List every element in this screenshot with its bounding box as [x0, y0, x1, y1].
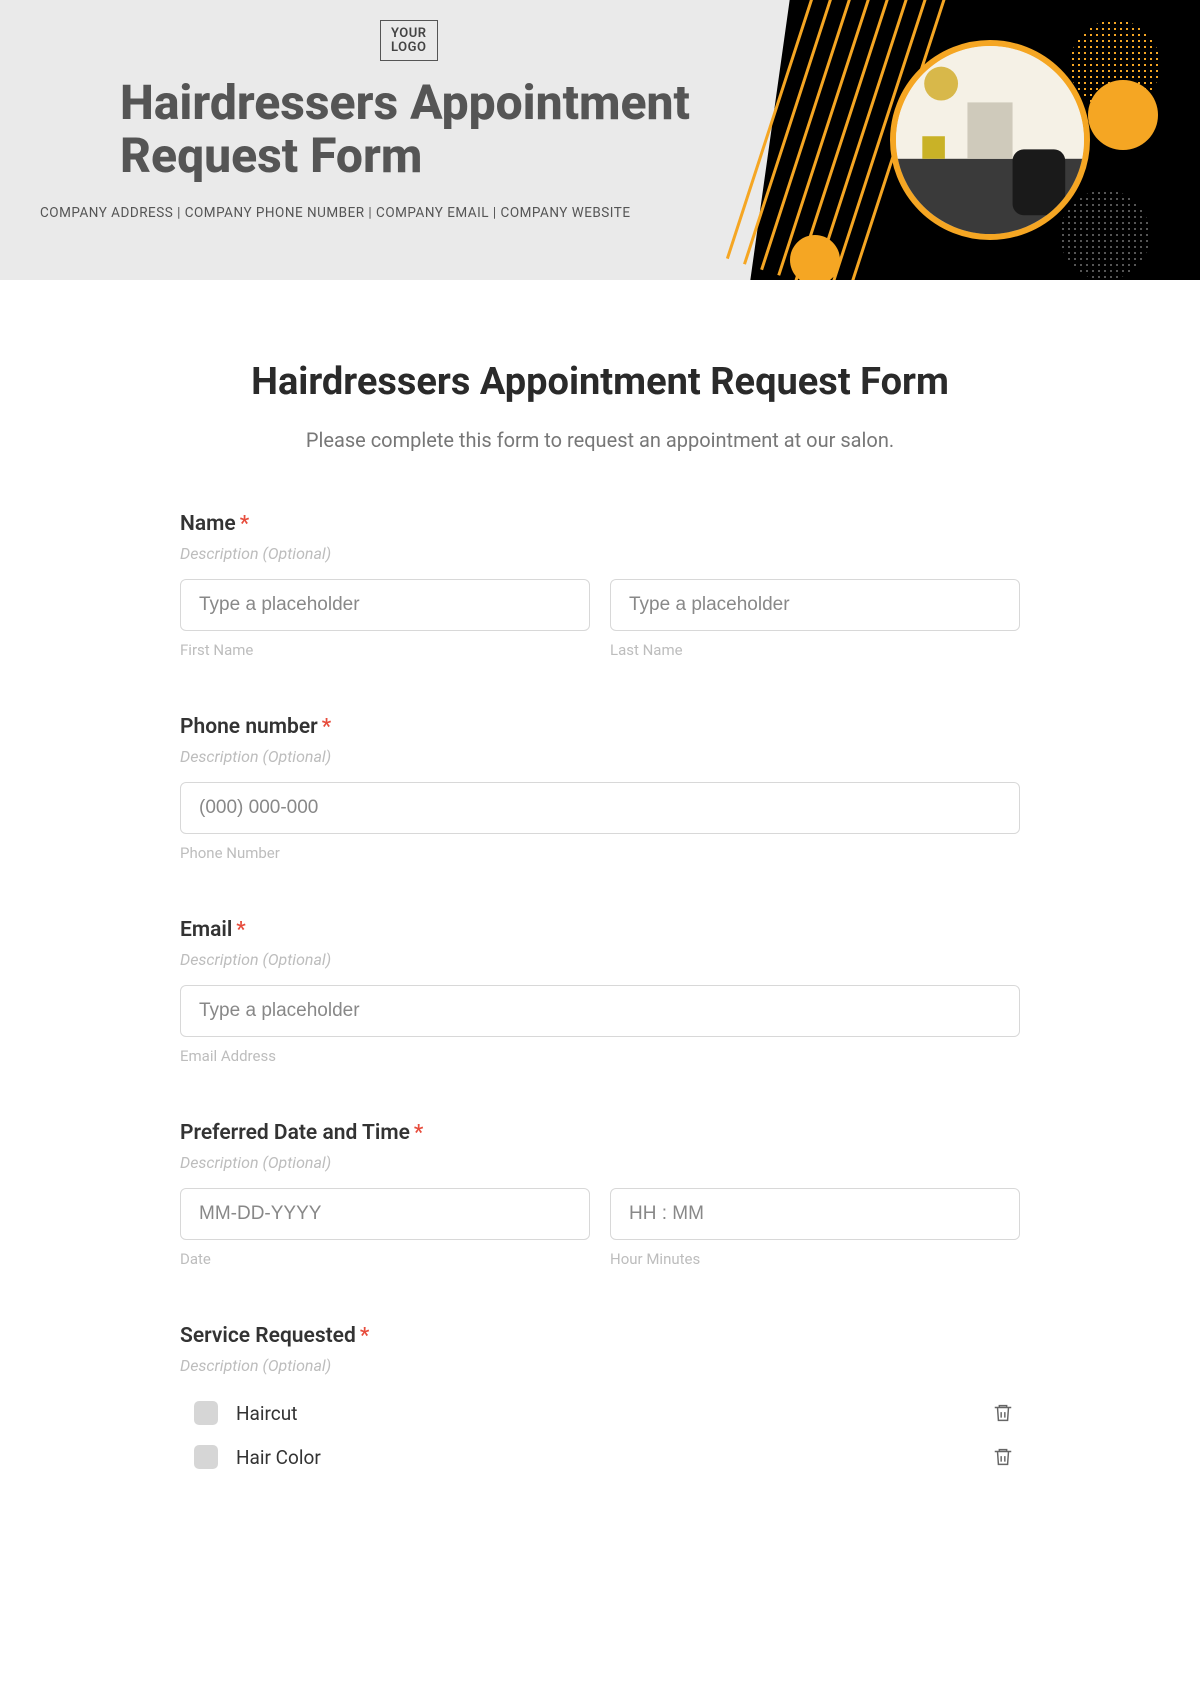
email-sublabel: Email Address: [180, 1047, 1020, 1065]
header-title: Hairdressers Appointment Request Form: [120, 77, 800, 183]
label-text: Preferred Date and Time: [180, 1121, 410, 1145]
field-email: Email* Description (Optional) Email Addr…: [180, 918, 1020, 1065]
name-label: Name*: [180, 512, 1020, 536]
field-service: Service Requested* Description (Optional…: [180, 1324, 1020, 1479]
label-text: Email: [180, 918, 232, 942]
option-label[interactable]: Hair Color: [236, 1446, 992, 1469]
decor-dots-dark: [1060, 190, 1150, 280]
phone-label: Phone number*: [180, 715, 1020, 739]
header-subline: COMPANY ADDRESS | COMPANY PHONE NUMBER |…: [40, 205, 800, 221]
phone-input[interactable]: [180, 782, 1020, 834]
first-name-sublabel: First Name: [180, 641, 590, 659]
form-intro: Please complete this form to request an …: [180, 428, 1020, 452]
field-datetime: Preferred Date and Time* Description (Op…: [180, 1121, 1020, 1268]
field-description[interactable]: Description (Optional): [180, 1153, 1020, 1172]
trash-icon[interactable]: [992, 1446, 1014, 1468]
trash-icon[interactable]: [992, 1402, 1014, 1424]
field-description[interactable]: Description (Optional): [180, 544, 1020, 563]
field-description[interactable]: Description (Optional): [180, 1356, 1020, 1375]
form-body: Hairdressers Appointment Request Form Pl…: [120, 280, 1080, 1539]
salon-photo: [890, 40, 1090, 240]
date-sublabel: Date: [180, 1250, 590, 1268]
option-label[interactable]: Haircut: [236, 1402, 992, 1425]
required-asterisk: *: [236, 918, 245, 942]
label-text: Service Requested: [180, 1324, 356, 1348]
required-asterisk: *: [240, 512, 249, 536]
time-input[interactable]: [610, 1188, 1020, 1240]
phone-sublabel: Phone Number: [180, 844, 1020, 862]
decor-circle: [790, 235, 840, 280]
first-name-input[interactable]: [180, 579, 590, 631]
required-asterisk: *: [322, 715, 331, 739]
label-text: Phone number: [180, 715, 318, 739]
email-label: Email*: [180, 918, 1020, 942]
last-name-sublabel: Last Name: [610, 641, 1020, 659]
field-description[interactable]: Description (Optional): [180, 950, 1020, 969]
checkbox[interactable]: [194, 1445, 218, 1469]
field-description[interactable]: Description (Optional): [180, 747, 1020, 766]
field-phone: Phone number* Description (Optional) Pho…: [180, 715, 1020, 862]
date-input[interactable]: [180, 1188, 590, 1240]
form-title: Hairdressers Appointment Request Form: [180, 360, 1020, 404]
time-sublabel: Hour Minutes: [610, 1250, 1020, 1268]
service-label: Service Requested*: [180, 1324, 1020, 1348]
service-option: Haircut: [180, 1391, 1020, 1435]
required-asterisk: *: [414, 1121, 423, 1145]
form-header-banner: YOUR LOGO Hairdressers Appointment Reque…: [0, 0, 1200, 280]
checkbox[interactable]: [194, 1401, 218, 1425]
last-name-input[interactable]: [610, 579, 1020, 631]
service-option: Hair Color: [180, 1435, 1020, 1479]
required-asterisk: *: [360, 1324, 369, 1348]
field-name: Name* Description (Optional) First Name …: [180, 512, 1020, 659]
decor-circle: [1088, 80, 1158, 150]
datetime-label: Preferred Date and Time*: [180, 1121, 1020, 1145]
email-input[interactable]: [180, 985, 1020, 1037]
label-text: Name: [180, 512, 236, 536]
logo-placeholder: YOUR LOGO: [380, 20, 438, 61]
